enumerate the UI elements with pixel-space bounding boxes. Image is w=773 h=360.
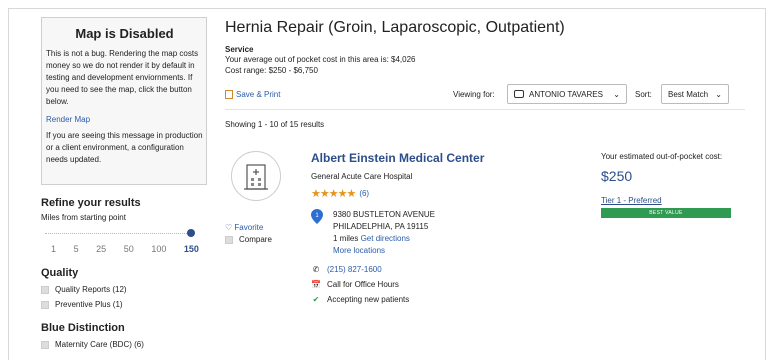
miles-slider[interactable] — [41, 229, 195, 238]
miles-label: Miles from starting point — [41, 213, 126, 222]
viewing-for-value: ANTONIO TAVARES — [529, 89, 603, 99]
phone-row: ✆ (215) 827-1600 — [311, 265, 581, 274]
quality-title: Quality — [41, 267, 79, 279]
rating: ★★★★★ (6) — [311, 187, 581, 200]
refine-title: Refine your results — [41, 197, 141, 209]
filter-preventive-plus[interactable]: Preventive Plus (1) — [41, 300, 213, 309]
hospital-building-icon — [244, 164, 268, 190]
map-title: Map is Disabled — [75, 26, 174, 41]
chevron-down-icon: ⌄ — [613, 89, 620, 99]
provider-name-link[interactable]: Albert Einstein Medical Center — [311, 151, 581, 165]
favorite-label: Favorite — [234, 223, 264, 232]
check-circle-icon: ✔ — [312, 295, 320, 304]
miles-option[interactable]: 25 — [96, 244, 106, 254]
miles-option[interactable]: 1 — [51, 244, 56, 254]
cost-estimate: Your estimated out-of-pocket cost: $250 … — [601, 151, 731, 218]
results-toolbar: Save & Print Viewing for: ANTONIO TAVARE… — [225, 84, 745, 110]
print-icon — [225, 90, 233, 99]
office-hours: Call for Office Hours — [327, 280, 399, 289]
checkbox[interactable] — [225, 235, 233, 244]
results-count: Showing 1 - 10 of 15 results — [225, 120, 325, 129]
miles-option[interactable]: 100 — [151, 244, 166, 254]
sort-value: Best Match — [668, 89, 709, 99]
viewing-for-select[interactable]: ANTONIO TAVARES ⌄ — [507, 84, 627, 104]
distance: 1 miles — [333, 234, 359, 243]
checkbox[interactable] — [41, 340, 49, 349]
chevron-down-icon: ⌄ — [715, 89, 722, 99]
service-label: Service — [225, 45, 254, 54]
filter-label: Maternity Care (BDC) (6) — [55, 340, 144, 349]
checkbox[interactable] — [41, 285, 49, 294]
map-config-note: If you are seeing this message in produc… — [46, 131, 203, 164]
save-print-button[interactable]: Save & Print — [225, 90, 280, 99]
viewing-for-label: Viewing for: — [453, 90, 495, 99]
cost-range: Cost range: $250 - $6,750 — [225, 66, 318, 75]
accepting-patients: Accepting new patients — [327, 295, 410, 304]
map-explanation: This is not a bug. Rendering the map cos… — [46, 49, 199, 106]
page-title: Hernia Repair (Groin, Laparoscopic, Outp… — [225, 19, 565, 36]
address-line-2: PHILADELPHIA, PA 19115 — [333, 222, 429, 231]
sidebar: Map is Disabled This is not a bug. Rende… — [41, 17, 213, 349]
render-map-link[interactable]: Render Map — [46, 115, 203, 124]
more-locations-link[interactable]: More locations — [333, 245, 581, 257]
get-directions-link[interactable]: Get directions — [361, 234, 410, 243]
page-frame: Map is Disabled This is not a bug. Rende… — [8, 8, 766, 360]
star-rating: ★★★★★ — [311, 188, 356, 200]
filter-quality-reports[interactable]: Quality Reports (12) — [41, 285, 213, 294]
address-line-1: 9380 BUSTLETON AVENUE — [333, 210, 435, 219]
main-content: Hernia Repair (Groin, Laparoscopic, Outp… — [225, 19, 745, 331]
office-hours-row: 📅 Call for Office Hours — [311, 280, 581, 289]
slider-thumb[interactable] — [187, 229, 195, 237]
filter-label: Preventive Plus (1) — [55, 300, 123, 309]
member-card-icon — [514, 90, 524, 98]
address-block: 1 9380 BUSTLETON AVENUE PHILADELPHIA, PA… — [311, 209, 581, 257]
compare-toggle[interactable]: Compare — [225, 235, 272, 244]
compare-label: Compare — [239, 235, 272, 244]
filter-label: Quality Reports (12) — [55, 285, 127, 294]
provider-type: General Acute Care Hospital — [311, 172, 413, 181]
provider-details: Albert Einstein Medical Center General A… — [311, 151, 581, 304]
average-cost: Your average out of pocket cost in this … — [225, 55, 416, 64]
miles-option-selected[interactable]: 150 — [184, 244, 199, 254]
distance-row: 1 miles Get directions — [333, 233, 581, 245]
phone-link[interactable]: (215) 827-1600 — [327, 265, 382, 274]
sort-select[interactable]: Best Match ⌄ — [661, 84, 729, 104]
heart-icon: ♡ — [225, 223, 233, 232]
checkbox[interactable] — [41, 300, 49, 309]
cost-label: Your estimated out-of-pocket cost: — [601, 152, 723, 161]
favorite-button[interactable]: ♡ Favorite — [225, 223, 263, 232]
map-pin-icon: 1 — [311, 209, 323, 224]
best-value-badge: BEST VALUE — [601, 208, 731, 218]
accepting-row: ✔ Accepting new patients — [311, 295, 581, 304]
calendar-icon: 📅 — [311, 280, 321, 289]
tier-link[interactable]: Tier 1 - Preferred — [601, 196, 731, 205]
phone-icon: ✆ — [312, 265, 320, 274]
sort-label: Sort: — [635, 90, 652, 99]
miles-option[interactable]: 5 — [74, 244, 79, 254]
miles-option[interactable]: 50 — [124, 244, 134, 254]
result-card: ♡ Favorite Compare Albert Einstein Medic… — [225, 151, 745, 331]
filter-maternity-care[interactable]: Maternity Care (BDC) (6) — [41, 340, 213, 349]
cost-value: $250 — [601, 168, 633, 184]
save-print-label: Save & Print — [236, 90, 281, 99]
blue-distinction-title: Blue Distinction — [41, 322, 125, 334]
review-count-link[interactable]: (6) — [359, 189, 369, 198]
slider-track — [45, 233, 191, 234]
map-disabled-panel: Map is Disabled This is not a bug. Rende… — [41, 17, 207, 185]
hospital-logo — [231, 151, 281, 201]
miles-values: 1 5 25 50 100 150 — [41, 244, 199, 254]
